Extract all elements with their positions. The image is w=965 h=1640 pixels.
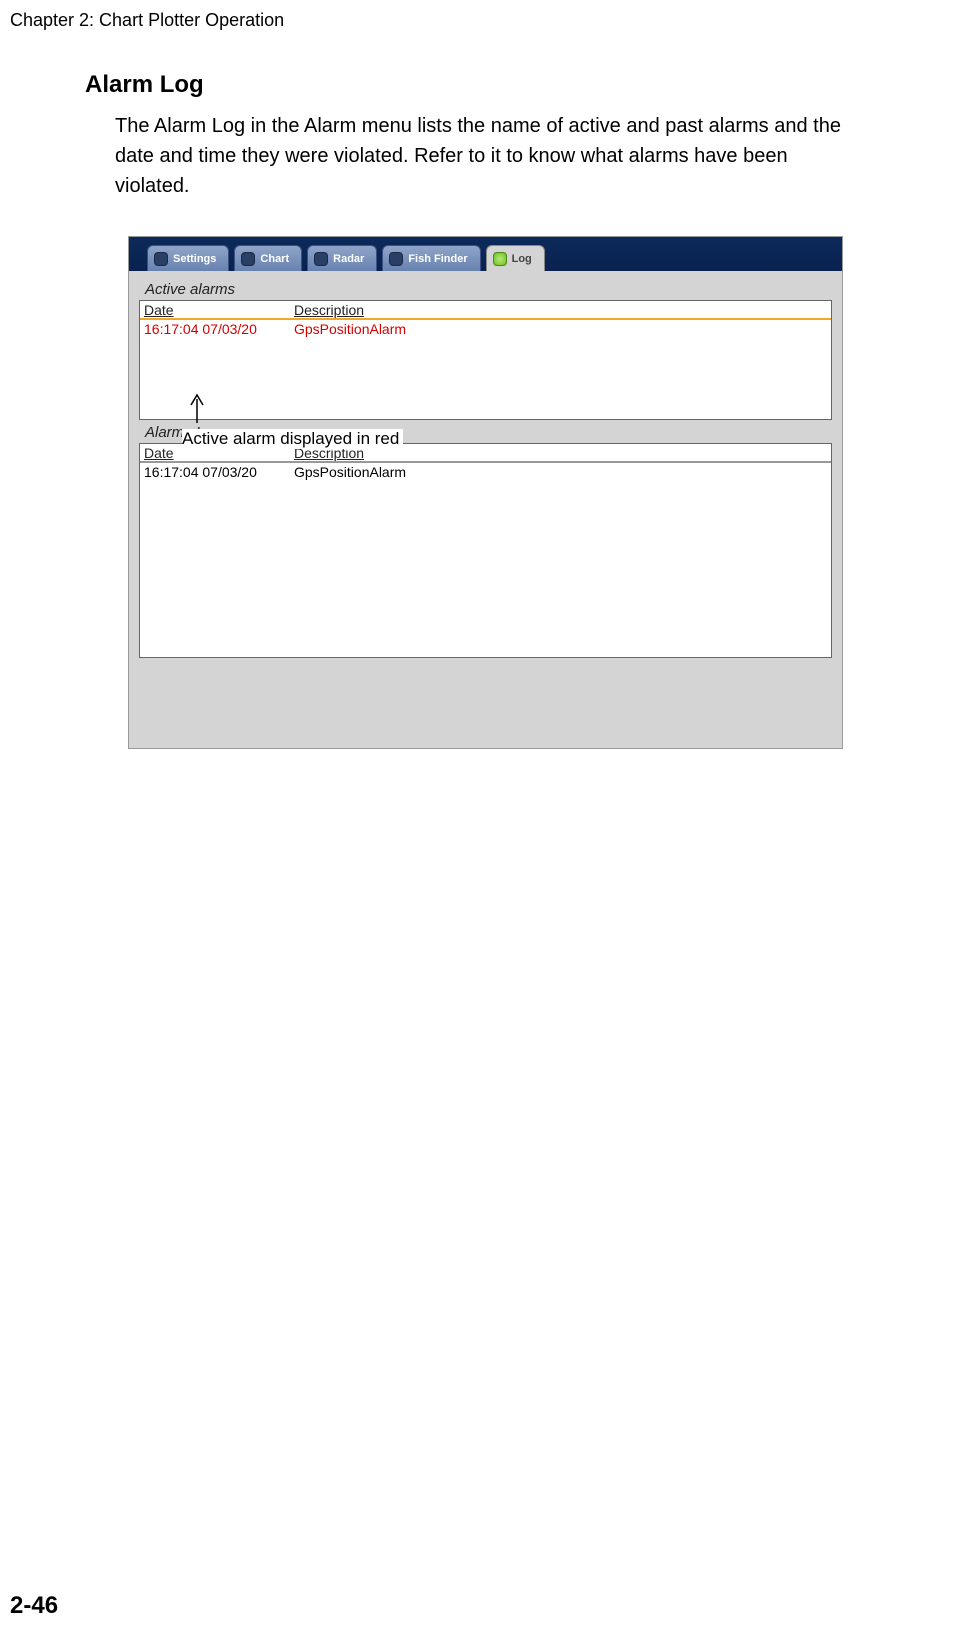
column-headers: Date Description: [140, 301, 831, 320]
header-description: Description: [294, 302, 827, 318]
active-alarms-label: Active alarms: [139, 277, 832, 300]
tab-fish-finder[interactable]: Fish Finder: [382, 245, 480, 271]
tab-icon: [314, 252, 328, 266]
chapter-header: Chapter 2: Chart Plotter Operation: [0, 0, 965, 31]
tab-chart[interactable]: Chart: [234, 245, 302, 271]
tab-label: Chart: [260, 253, 289, 265]
tab-icon: [241, 252, 255, 266]
tab-log[interactable]: Log: [486, 245, 545, 271]
cell-date: 16:17:04 07/03/20: [144, 464, 294, 480]
header-date: Date: [144, 302, 294, 318]
page-number: 2-46: [10, 1592, 58, 1620]
tab-radar[interactable]: Radar: [307, 245, 377, 271]
tab-label: Fish Finder: [408, 253, 467, 265]
tab-icon: [389, 252, 403, 266]
tab-label: Log: [512, 253, 532, 265]
tab-label: Radar: [333, 253, 364, 265]
panel-body: Active alarms Date Description 16:17:04 …: [129, 271, 842, 748]
annotation-arrow-icon: [190, 393, 204, 423]
screenshot-figure: Settings Chart Radar Fish Finder Log Act…: [128, 236, 843, 749]
section-title: Alarm Log: [0, 31, 965, 111]
active-alarms-list: Date Description 16:17:04 07/03/20 GpsPo…: [139, 300, 832, 420]
cell-description: GpsPositionAlarm: [294, 321, 827, 337]
active-alarm-row: 16:17:04 07/03/20 GpsPositionAlarm: [140, 320, 831, 338]
tab-label: Settings: [173, 253, 216, 265]
body-text: The Alarm Log in the Alarm menu lists th…: [0, 111, 855, 201]
tab-icon: [154, 252, 168, 266]
cell-description: GpsPositionAlarm: [294, 464, 827, 480]
annotation-text: Active alarm displayed in red: [182, 429, 403, 449]
tab-settings[interactable]: Settings: [147, 245, 229, 271]
cell-date: 16:17:04 07/03/20: [144, 321, 294, 337]
log-row: 16:17:04 07/03/20 GpsPositionAlarm: [140, 463, 831, 481]
alarms-log-list: Date Description 16:17:04 07/03/20 GpsPo…: [139, 443, 832, 658]
tab-bar: Settings Chart Radar Fish Finder Log: [129, 237, 842, 271]
tab-icon: [493, 252, 507, 266]
